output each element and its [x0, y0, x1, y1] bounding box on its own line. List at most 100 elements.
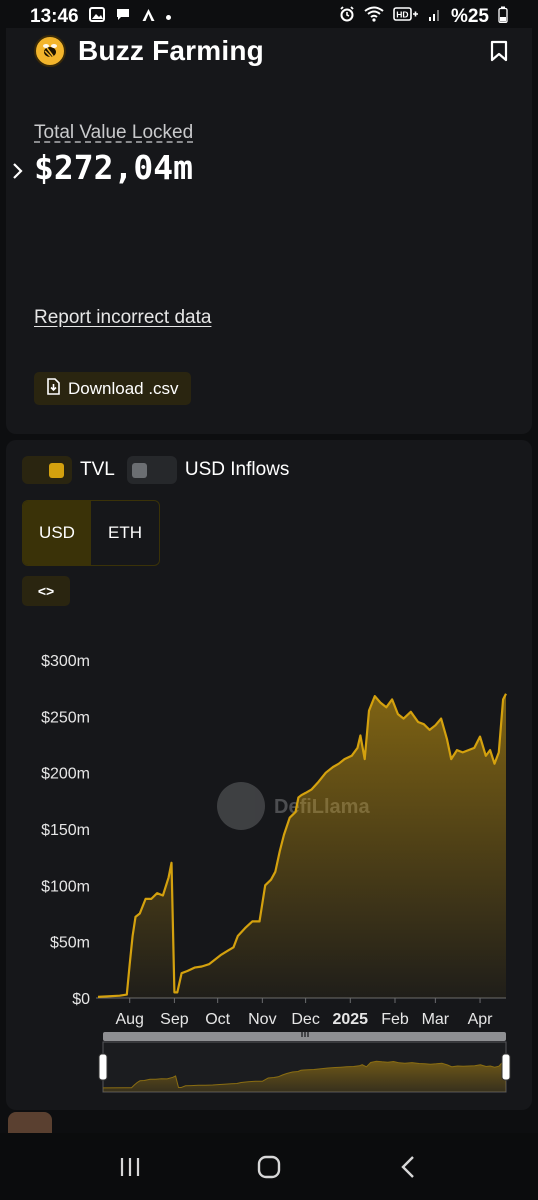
tvl-value: $272,04m — [34, 148, 193, 187]
tvl-data-point — [132, 935, 134, 937]
bee-icon — [43, 44, 57, 58]
tvl-chart[interactable]: $300m$250m$200m$150m$100m$50m$0DefiLlama… — [6, 630, 532, 1110]
x-tick-label: Aug — [115, 1011, 143, 1028]
tvl-data-point — [423, 723, 425, 725]
tvl-data-point — [446, 738, 448, 740]
tvl-data-point — [403, 718, 405, 720]
tvl-data-point — [385, 706, 387, 708]
tvl-data-point — [297, 797, 299, 799]
code-icon: <> — [37, 583, 55, 599]
peek-avatar — [8, 1112, 52, 1134]
status-right: HD %25 — [339, 6, 508, 29]
tvl-data-point — [176, 991, 178, 993]
tvl-chart-card: TVL USD Inflows USD ETH <> $300m $250m $20… — [6, 440, 532, 1110]
chevron-right-icon[interactable] — [12, 160, 24, 186]
eth-denomination-button[interactable]: ETH — [91, 501, 159, 565]
battery-icon — [498, 6, 508, 29]
tvl-data-point — [359, 735, 361, 737]
tvl-data-point — [429, 729, 431, 731]
tvl-data-point — [380, 702, 382, 704]
tvl-data-point — [374, 695, 376, 697]
tvl-data-point — [417, 721, 419, 723]
tvl-swatch — [49, 462, 64, 478]
download-csv-button[interactable]: Download .csv — [34, 372, 191, 405]
tvl-data-point — [289, 817, 291, 819]
alarm-icon — [339, 6, 355, 28]
tvl-data-point — [310, 789, 312, 791]
tvl-data-point — [325, 772, 327, 774]
tvl-data-point — [368, 710, 370, 712]
y-tick-label: $300m — [41, 653, 90, 670]
y-tick-label: $100m — [41, 878, 90, 895]
bookmark-icon[interactable] — [490, 40, 508, 67]
tvl-data-point — [462, 751, 464, 753]
tvl-data-point — [318, 781, 320, 783]
tvl-data-point — [473, 747, 475, 749]
tvl-data-point — [173, 991, 175, 993]
tvl-data-point — [264, 884, 266, 886]
x-tick-label: Nov — [248, 1011, 276, 1028]
message-icon — [115, 7, 131, 27]
gallery-icon — [88, 7, 105, 27]
tvl-toggle[interactable] — [22, 456, 72, 484]
tvl-data-point — [364, 758, 366, 760]
tvl-data-point — [344, 758, 346, 760]
tvl-data-point — [194, 967, 196, 969]
x-tick-label: Apr — [468, 1011, 494, 1028]
tvl-data-point — [270, 879, 272, 881]
tvl-legend-label: TVL — [80, 459, 115, 480]
tvl-data-point — [456, 749, 458, 751]
x-tick-label: Sep — [160, 1011, 189, 1028]
recent-apps-icon — [120, 1157, 139, 1176]
home-button[interactable] — [239, 1142, 299, 1192]
tvl-area — [98, 693, 506, 998]
tvl-data-point — [279, 851, 281, 853]
battery-percent: %25 — [450, 6, 489, 27]
tvl-data-point — [283, 834, 285, 836]
tvl-data-point — [135, 916, 137, 918]
denomination-selector: USD ETH — [22, 500, 160, 566]
tvl-data-point — [332, 766, 334, 768]
y-tick-label: $200m — [41, 766, 90, 783]
y-tick-label: $0 — [72, 991, 90, 1008]
tvl-data-point — [440, 718, 442, 720]
wifi-icon — [364, 6, 384, 28]
embed-code-button[interactable]: <> — [22, 576, 70, 606]
home-icon — [257, 1155, 281, 1178]
tvl-data-point — [391, 698, 393, 700]
x-tick-label: 2025 — [332, 1011, 368, 1028]
usd-inflows-toggle[interactable] — [126, 456, 177, 484]
range-handle-left[interactable] — [98, 1053, 108, 1081]
tvl-data-point — [494, 763, 496, 765]
x-tick-label: Mar — [422, 1011, 450, 1028]
usd-denomination-button[interactable]: USD — [23, 501, 91, 565]
tvl-data-point — [168, 876, 170, 878]
tvl-data-point — [300, 794, 302, 796]
report-incorrect-data-link[interactable]: Report incorrect data — [34, 307, 211, 329]
usd-inflows-swatch — [131, 462, 147, 478]
tvl-label: Total Value Locked — [34, 122, 194, 143]
tvl-data-point — [251, 920, 253, 922]
tvl-data-point — [156, 892, 158, 894]
protocol-header: Buzz Farming — [34, 34, 514, 68]
x-tick-label: Dec — [291, 1011, 319, 1028]
tvl-data-point — [485, 755, 487, 757]
status-bar: 13:46 HD %25 — [0, 0, 538, 34]
recent-apps-button[interactable] — [100, 1142, 160, 1192]
x-tick-label: Feb — [381, 1011, 409, 1028]
tvl-data-point — [450, 758, 452, 760]
tvl-data-point — [468, 749, 470, 751]
tvl-data-point — [171, 862, 173, 864]
back-button[interactable] — [378, 1142, 438, 1192]
tvl-data-point — [274, 871, 276, 873]
usd-inflows-legend-label: USD Inflows — [184, 459, 290, 480]
tvl-data-point — [129, 963, 131, 965]
signal-icon — [428, 6, 442, 28]
range-handle-right[interactable] — [501, 1053, 511, 1081]
tvl-data-point — [295, 811, 297, 813]
tvl-data-point — [150, 898, 152, 900]
status-left: 13:46 — [30, 6, 171, 28]
back-icon — [401, 1155, 415, 1178]
y-tick-label: $150m — [41, 822, 90, 839]
y-tick-label: $50m — [50, 935, 90, 952]
